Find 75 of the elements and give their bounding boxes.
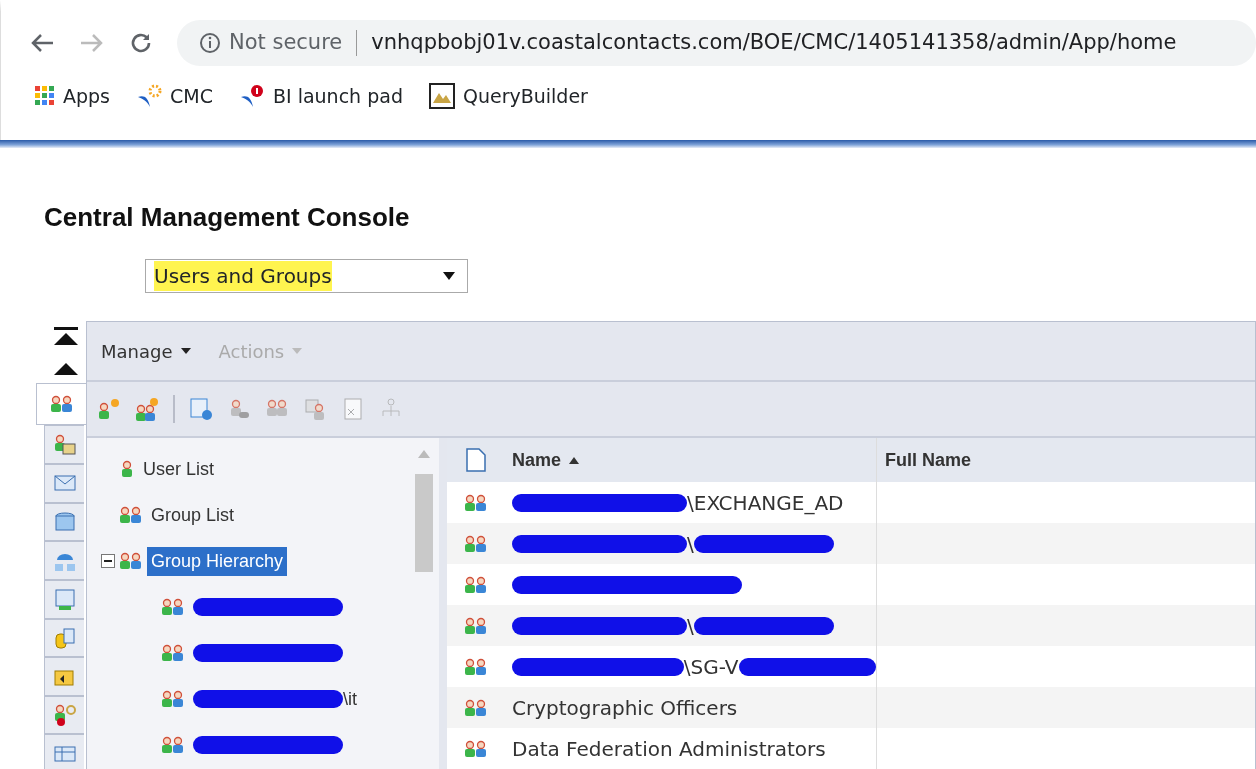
menu-button[interactable]: Manage xyxy=(101,337,191,365)
address-bar[interactable]: Not secure vnhqpbobj01v.coastalcontacts.com/BOE/CMC/1405141358/admin/App/home xyxy=(177,20,1256,66)
sidebar-tab-icon xyxy=(52,433,77,456)
sidebar-tab-icon xyxy=(52,704,77,727)
caret-icon xyxy=(180,348,191,354)
toolbar-button[interactable] xyxy=(135,396,159,422)
toolbar-button[interactable] xyxy=(189,396,213,422)
tree-item[interactable]: \it xyxy=(343,685,357,713)
bookmark-link[interactable]: Apps xyxy=(35,81,111,111)
picture-frame-icon xyxy=(428,83,455,109)
bird-gear-icon xyxy=(136,83,163,109)
tree-item[interactable]: Group Hierarchy xyxy=(147,546,288,576)
group-icon xyxy=(161,689,185,709)
group-icon xyxy=(463,533,488,554)
sidebar-tab-icon xyxy=(52,511,77,533)
sidebar-tab[interactable] xyxy=(44,695,84,735)
table-cell-text: \ xyxy=(687,612,694,640)
bookmark-link[interactable]: CMC xyxy=(136,81,213,111)
group-icon xyxy=(463,738,488,759)
group-icon xyxy=(161,643,185,663)
sidebar-tab[interactable] xyxy=(44,657,84,696)
toolbar-button[interactable] xyxy=(97,396,121,422)
collapse-up-icon[interactable] xyxy=(54,361,78,375)
sidebar-tab-icon xyxy=(52,588,77,611)
tree-item[interactable]: Group List xyxy=(147,500,239,530)
table-cell-text: \ xyxy=(687,530,694,558)
caret-icon xyxy=(443,272,455,280)
group-icon xyxy=(161,735,185,755)
group-icon xyxy=(463,492,488,513)
group-icon xyxy=(463,615,488,636)
table-cell-text: \EXCHANGE_AD xyxy=(687,489,844,517)
toolbar-icon xyxy=(135,397,159,422)
info-icon xyxy=(199,32,221,54)
toolbar-icon xyxy=(341,397,365,422)
user-icon xyxy=(119,459,135,479)
toolbar-icon xyxy=(189,397,213,422)
caret-icon xyxy=(292,348,303,354)
toolbar-icon xyxy=(303,397,327,422)
forward-icon[interactable] xyxy=(79,32,105,54)
sidebar-tab[interactable] xyxy=(44,579,84,619)
sidebar-tab[interactable] xyxy=(44,541,84,580)
bookmark-link[interactable]: BI launch pad xyxy=(238,81,403,111)
collapse-icon[interactable] xyxy=(101,554,115,568)
group-icon xyxy=(463,574,488,595)
back-icon[interactable] xyxy=(29,32,55,54)
scroll-up-icon xyxy=(418,450,430,458)
sidebar-tab[interactable] xyxy=(44,425,84,465)
sidebar-tab[interactable] xyxy=(44,502,84,542)
sidebar-tab[interactable] xyxy=(36,383,86,426)
table-cell-text: \SG-V xyxy=(683,653,739,681)
column-header[interactable]: Full Name xyxy=(877,446,1255,474)
url-text: vnhqpbobj01v.coastalcontacts.com/BOE/CMC/1405141358/admin/App/home xyxy=(371,29,1177,57)
group-icon xyxy=(463,697,488,718)
sidebar-tab[interactable] xyxy=(44,464,84,503)
table-cell: Data Federation Administrators xyxy=(504,728,877,769)
select-value: Users and Groups xyxy=(154,261,332,291)
table-cell: Cryptographic Officers xyxy=(504,687,877,728)
column-header[interactable]: Name xyxy=(504,438,877,482)
scroll-thumb[interactable] xyxy=(415,474,433,572)
security-label: Not secure xyxy=(229,29,343,57)
area-select[interactable]: Users and Groups xyxy=(145,259,468,293)
toolbar-icon xyxy=(97,397,121,422)
reload-icon[interactable] xyxy=(129,31,153,55)
group-icon xyxy=(161,597,185,617)
apps-grid-icon xyxy=(35,86,55,106)
group-icon xyxy=(119,551,143,571)
sidebar-tab[interactable] xyxy=(44,618,84,658)
group-icon xyxy=(463,656,488,677)
document-icon xyxy=(465,448,486,472)
tree-item[interactable]: User List xyxy=(139,454,218,484)
page-title: Central Management Console xyxy=(44,201,411,234)
group-icon xyxy=(119,505,143,525)
sidebar-tab-icon xyxy=(52,626,77,649)
bookmark-link[interactable]: QueryBuilder xyxy=(428,81,588,111)
sidebar-tab[interactable] xyxy=(44,734,84,769)
